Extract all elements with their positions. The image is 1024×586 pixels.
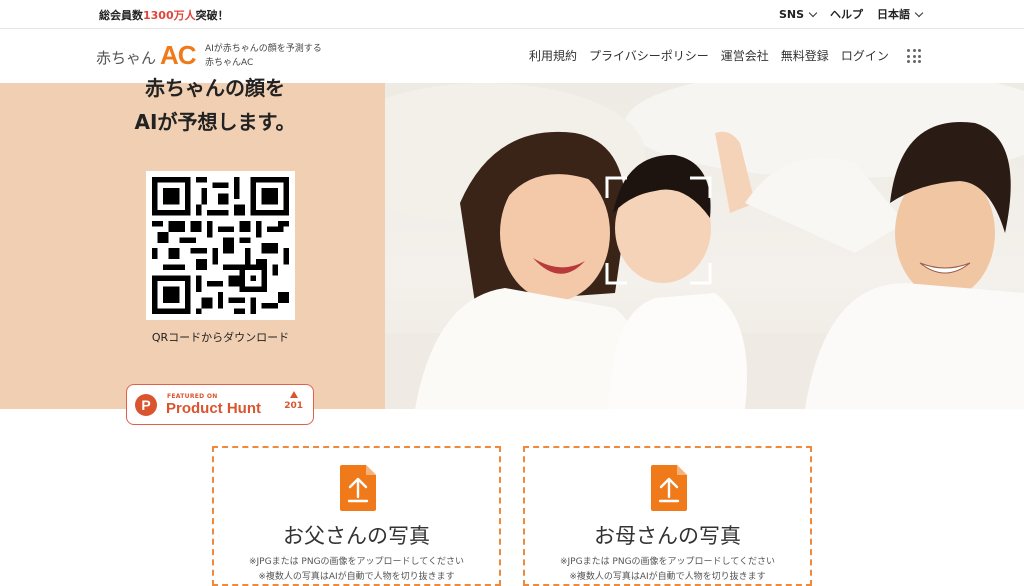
grid-apps-icon[interactable] — [907, 49, 921, 63]
top-bar: 総会員数1300万人突破！ SNS ヘルプ 日本語 — [0, 0, 1024, 29]
mother-photo-upload[interactable]: お母さんの写真 ※JPGまたは PNGの画像をアップロードしてください ※複数人… — [523, 446, 812, 586]
help-link[interactable]: ヘルプ — [830, 6, 863, 22]
hero-title-line2: AIが予想します。 — [134, 110, 296, 134]
father-photo-note: ※JPGまたは PNGの画像をアップロードしてください — [248, 557, 465, 567]
nav-login[interactable]: ログイン — [841, 47, 889, 64]
member-count-banner: 総会員数1300万人突破！ — [99, 7, 229, 23]
tagline-line1: AIが赤ちゃんの顔を予測する — [205, 44, 322, 54]
logo-text: 赤ちゃん — [96, 49, 157, 67]
site-tagline: AIが赤ちゃんの顔を予測する 赤ちゃんAC — [205, 42, 322, 70]
hero-panel: 赤ちゃんの顔を AIが予想します。 QRコードからダウンロード P FEATUR… — [0, 76, 385, 425]
qr-caption: QRコードからダウンロード — [151, 331, 290, 344]
hero-title: 赤ちゃんの顔を AIが予想します。 — [0, 71, 430, 139]
father-photo-title: お父さんの写真 — [283, 524, 430, 548]
product-hunt-votes: 201 — [284, 391, 303, 411]
father-photo-upload[interactable]: お父さんの写真 ※JPGまたは PNGの画像をアップロードしてください ※複数人… — [212, 446, 501, 586]
language-dropdown[interactable]: 日本語 — [877, 6, 924, 22]
vote-count: 201 — [284, 401, 303, 411]
members-prefix: 総会員数 — [99, 9, 143, 22]
chevron-down-icon — [808, 8, 818, 17]
members-suffix: 突破！ — [195, 9, 229, 22]
members-count: 1300万人 — [143, 9, 196, 22]
upload-file-icon — [340, 465, 376, 511]
upvote-icon — [289, 391, 298, 398]
upload-file-icon — [651, 465, 687, 511]
product-hunt-name: Product Hunt — [166, 400, 261, 417]
product-hunt-logo-icon: P — [135, 394, 157, 416]
logo-ac: AC — [160, 40, 197, 70]
sns-dropdown[interactable]: SNS — [778, 6, 818, 22]
nav-register[interactable]: 無料登録 — [781, 47, 829, 64]
main-nav: 利用規約 プライバシーポリシー 運営会社 無料登録 ログイン — [529, 47, 889, 64]
hero-family-photo — [385, 83, 1024, 409]
product-hunt-featured: FEATURED ON — [167, 393, 218, 400]
site-logo[interactable]: 赤ちゃん AC — [96, 40, 197, 70]
mother-photo-title: お母さんの写真 — [594, 524, 741, 548]
language-label: 日本語 — [877, 8, 910, 21]
chevron-down-icon — [914, 8, 924, 17]
download-qr-code — [146, 171, 295, 320]
tagline-line2: 赤ちゃんAC — [205, 58, 254, 68]
hero-title-line1: 赤ちゃんの顔を — [145, 76, 285, 100]
nav-terms[interactable]: 利用規約 — [529, 47, 577, 64]
product-hunt-badge[interactable]: P FEATURED ON Product Hunt 201 — [126, 384, 314, 425]
nav-privacy[interactable]: プライバシーポリシー — [589, 47, 709, 64]
mother-photo-note: ※JPGまたは PNGの画像をアップロードしてください — [559, 557, 776, 567]
sns-label: SNS — [778, 7, 804, 21]
nav-company[interactable]: 運営会社 — [721, 47, 769, 64]
